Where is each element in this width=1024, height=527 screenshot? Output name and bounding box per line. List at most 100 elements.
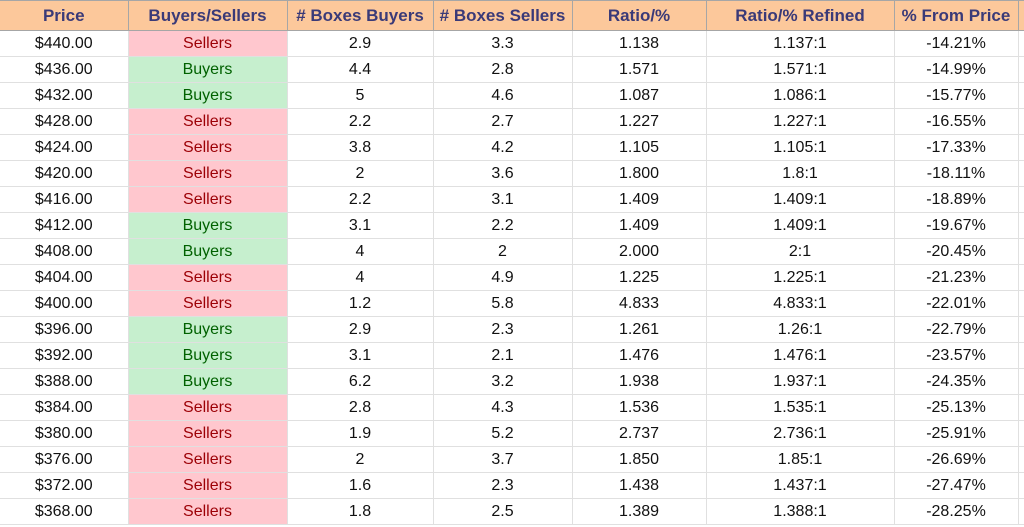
boxes-buyers-cell[interactable]: 1.8: [287, 498, 434, 525]
extra-cell[interactable]: [1018, 394, 1024, 421]
side-cell[interactable]: Buyers: [128, 56, 288, 83]
ratio-cell[interactable]: 1.938: [572, 368, 707, 395]
ratio-refined-cell[interactable]: 2.736:1: [706, 420, 895, 447]
pct-from-price-cell[interactable]: -27.47%: [894, 472, 1019, 499]
price-cell[interactable]: $368.00: [0, 498, 129, 525]
side-cell[interactable]: Buyers: [128, 368, 288, 395]
ratio-cell[interactable]: 1.409: [572, 212, 707, 239]
price-cell[interactable]: $408.00: [0, 238, 129, 265]
ratio-refined-cell[interactable]: 1.437:1: [706, 472, 895, 499]
price-cell[interactable]: $432.00: [0, 82, 129, 109]
ratio-cell[interactable]: 1.105: [572, 134, 707, 161]
ratio-refined-cell[interactable]: 1.476:1: [706, 342, 895, 369]
boxes-buyers-cell[interactable]: 2.8: [287, 394, 434, 421]
pct-from-price-cell[interactable]: -28.25%: [894, 498, 1019, 525]
extra-cell[interactable]: [1018, 82, 1024, 109]
ratio-cell[interactable]: 1.571: [572, 56, 707, 83]
boxes-buyers-cell[interactable]: 2.2: [287, 186, 434, 213]
boxes-sellers-cell[interactable]: 3.7: [433, 446, 573, 473]
side-cell[interactable]: Sellers: [128, 160, 288, 187]
boxes-sellers-cell[interactable]: 3.2: [433, 368, 573, 395]
boxes-buyers-cell[interactable]: 3.1: [287, 212, 434, 239]
extra-cell[interactable]: [1018, 108, 1024, 135]
ratio-refined-cell[interactable]: 1.086:1: [706, 82, 895, 109]
boxes-sellers-cell[interactable]: 4.3: [433, 394, 573, 421]
ratio-refined-cell[interactable]: 1.137:1: [706, 30, 895, 57]
pct-from-price-cell[interactable]: -25.13%: [894, 394, 1019, 421]
price-cell[interactable]: $416.00: [0, 186, 129, 213]
ratio-refined-cell[interactable]: 1.409:1: [706, 212, 895, 239]
ratio-refined-cell[interactable]: 1.26:1: [706, 316, 895, 343]
pct-from-price-cell[interactable]: -18.89%: [894, 186, 1019, 213]
pct-from-price-cell[interactable]: -14.99%: [894, 56, 1019, 83]
boxes-sellers-cell[interactable]: 4.9: [433, 264, 573, 291]
ratio-cell[interactable]: 1.409: [572, 186, 707, 213]
ratio-refined-cell[interactable]: 1.85:1: [706, 446, 895, 473]
price-cell[interactable]: $380.00: [0, 420, 129, 447]
ratio-cell[interactable]: 1.536: [572, 394, 707, 421]
pct-from-price-cell[interactable]: -14.21%: [894, 30, 1019, 57]
price-cell[interactable]: $436.00: [0, 56, 129, 83]
ratio-refined-cell[interactable]: 1.105:1: [706, 134, 895, 161]
side-cell[interactable]: Buyers: [128, 342, 288, 369]
boxes-buyers-cell[interactable]: 3.8: [287, 134, 434, 161]
extra-cell[interactable]: [1018, 160, 1024, 187]
price-cell[interactable]: $388.00: [0, 368, 129, 395]
pct-from-price-cell[interactable]: -17.33%: [894, 134, 1019, 161]
ratio-cell[interactable]: 1.800: [572, 160, 707, 187]
ratio-cell[interactable]: 1.225: [572, 264, 707, 291]
boxes-buyers-cell[interactable]: 2: [287, 160, 434, 187]
extra-cell[interactable]: [1018, 368, 1024, 395]
extra-cell[interactable]: [1018, 420, 1024, 447]
header-extra-column[interactable]: [1018, 0, 1024, 31]
price-cell[interactable]: $392.00: [0, 342, 129, 369]
boxes-sellers-cell[interactable]: 2: [433, 238, 573, 265]
boxes-sellers-cell[interactable]: 2.3: [433, 316, 573, 343]
header-ratio[interactable]: Ratio/%: [572, 0, 707, 31]
price-cell[interactable]: $428.00: [0, 108, 129, 135]
extra-cell[interactable]: [1018, 472, 1024, 499]
ratio-cell[interactable]: 1.476: [572, 342, 707, 369]
side-cell[interactable]: Sellers: [128, 264, 288, 291]
header-boxes-buyers[interactable]: # Boxes Buyers: [287, 0, 434, 31]
side-cell[interactable]: Sellers: [128, 290, 288, 317]
extra-cell[interactable]: [1018, 446, 1024, 473]
ratio-refined-cell[interactable]: 1.571:1: [706, 56, 895, 83]
extra-cell[interactable]: [1018, 316, 1024, 343]
price-cell[interactable]: $424.00: [0, 134, 129, 161]
side-cell[interactable]: Sellers: [128, 108, 288, 135]
pct-from-price-cell[interactable]: -22.79%: [894, 316, 1019, 343]
price-cell[interactable]: $412.00: [0, 212, 129, 239]
ratio-cell[interactable]: 4.833: [572, 290, 707, 317]
header-ratio-refined[interactable]: Ratio/% Refined: [706, 0, 895, 31]
side-cell[interactable]: Sellers: [128, 134, 288, 161]
boxes-buyers-cell[interactable]: 1.9: [287, 420, 434, 447]
extra-cell[interactable]: [1018, 264, 1024, 291]
pct-from-price-cell[interactable]: -23.57%: [894, 342, 1019, 369]
boxes-sellers-cell[interactable]: 2.1: [433, 342, 573, 369]
boxes-sellers-cell[interactable]: 2.8: [433, 56, 573, 83]
header-buyers-sellers[interactable]: Buyers/Sellers: [128, 0, 288, 31]
extra-cell[interactable]: [1018, 238, 1024, 265]
boxes-buyers-cell[interactable]: 6.2: [287, 368, 434, 395]
ratio-refined-cell[interactable]: 2:1: [706, 238, 895, 265]
boxes-buyers-cell[interactable]: 2.9: [287, 316, 434, 343]
side-cell[interactable]: Buyers: [128, 82, 288, 109]
side-cell[interactable]: Buyers: [128, 316, 288, 343]
ratio-refined-cell[interactable]: 1.8:1: [706, 160, 895, 187]
boxes-buyers-cell[interactable]: 1.6: [287, 472, 434, 499]
pct-from-price-cell[interactable]: -20.45%: [894, 238, 1019, 265]
boxes-sellers-cell[interactable]: 3.3: [433, 30, 573, 57]
side-cell[interactable]: Sellers: [128, 186, 288, 213]
boxes-buyers-cell[interactable]: 5: [287, 82, 434, 109]
boxes-sellers-cell[interactable]: 2.7: [433, 108, 573, 135]
ratio-cell[interactable]: 2.000: [572, 238, 707, 265]
ratio-refined-cell[interactable]: 4.833:1: [706, 290, 895, 317]
price-cell[interactable]: $372.00: [0, 472, 129, 499]
side-cell[interactable]: Sellers: [128, 446, 288, 473]
price-cell[interactable]: $396.00: [0, 316, 129, 343]
boxes-sellers-cell[interactable]: 5.8: [433, 290, 573, 317]
boxes-sellers-cell[interactable]: 3.6: [433, 160, 573, 187]
ratio-refined-cell[interactable]: 1.409:1: [706, 186, 895, 213]
ratio-refined-cell[interactable]: 1.225:1: [706, 264, 895, 291]
